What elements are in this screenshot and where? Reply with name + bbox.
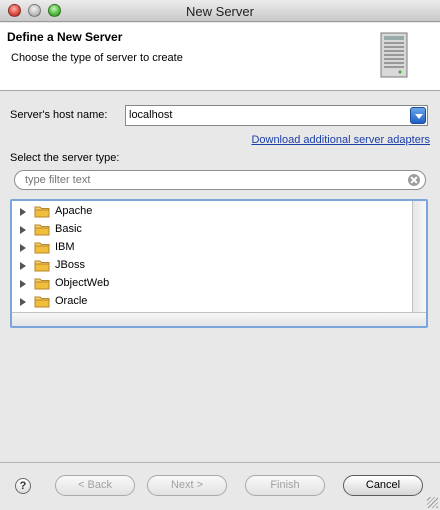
- server-type-tree-frame: Apache Basic IBM JBoss ObjectWeb Oracle: [10, 199, 428, 328]
- tree-item-ibm[interactable]: IBM: [12, 239, 412, 257]
- tree-item-label: JBoss: [55, 259, 85, 271]
- tree-item-objectweb[interactable]: ObjectWeb: [12, 275, 412, 293]
- filter-input[interactable]: [25, 173, 395, 187]
- server-type-label: Select the server type:: [10, 152, 120, 164]
- button-bar-divider: [0, 462, 440, 463]
- next-button[interactable]: Next >: [147, 475, 227, 496]
- folder-icon: [34, 260, 50, 272]
- clear-icon[interactable]: [408, 174, 420, 186]
- expand-arrow-icon[interactable]: [20, 298, 26, 306]
- folder-icon: [34, 242, 50, 254]
- wizard-header: Define a New Server Choose the type of s…: [0, 23, 440, 91]
- tree-item-label: IBM: [55, 241, 75, 253]
- expand-arrow-icon[interactable]: [20, 244, 26, 252]
- folder-icon: [34, 278, 50, 290]
- tree-item-jboss[interactable]: JBoss: [12, 257, 412, 275]
- folder-icon: [34, 296, 50, 308]
- host-name-value[interactable]: localhost: [129, 109, 172, 121]
- host-name-label: Server's host name:: [10, 109, 108, 121]
- window-title: New Server: [186, 4, 254, 19]
- vertical-scrollbar[interactable]: [412, 201, 426, 312]
- finish-button[interactable]: Finish: [245, 475, 325, 496]
- tree-item-apache[interactable]: Apache: [12, 203, 412, 221]
- tree-item-label: ObjectWeb: [55, 277, 110, 289]
- tree-item-label: Apache: [55, 205, 93, 217]
- server-tower-icon: [380, 32, 408, 78]
- chevron-down-icon[interactable]: [410, 107, 426, 124]
- tree-item-oracle[interactable]: Oracle: [12, 293, 412, 311]
- folder-icon: [34, 206, 50, 218]
- download-adapters-link[interactable]: Download additional server adapters: [251, 134, 430, 146]
- help-button[interactable]: ?: [15, 478, 31, 494]
- folder-icon: [34, 224, 50, 236]
- server-type-tree[interactable]: Apache Basic IBM JBoss ObjectWeb Oracle: [12, 201, 412, 313]
- expand-arrow-icon[interactable]: [20, 208, 26, 216]
- page-title: Define a New Server: [7, 30, 123, 44]
- title-bar: New Server: [0, 0, 440, 22]
- tree-item-basic[interactable]: Basic: [12, 221, 412, 239]
- page-description: Choose the type of server to create: [11, 52, 183, 64]
- cancel-button[interactable]: Cancel: [343, 475, 423, 496]
- tree-item-label: Oracle: [55, 295, 88, 307]
- tree-item-label: Basic: [55, 223, 82, 235]
- expand-arrow-icon[interactable]: [20, 262, 26, 270]
- host-name-combo[interactable]: localhost: [125, 105, 428, 126]
- expand-arrow-icon[interactable]: [20, 280, 26, 288]
- horizontal-scrollbar[interactable]: [12, 312, 426, 326]
- resize-grip[interactable]: [427, 497, 438, 508]
- filter-field[interactable]: [14, 170, 426, 190]
- expand-arrow-icon[interactable]: [20, 226, 26, 234]
- back-button[interactable]: < Back: [55, 475, 135, 496]
